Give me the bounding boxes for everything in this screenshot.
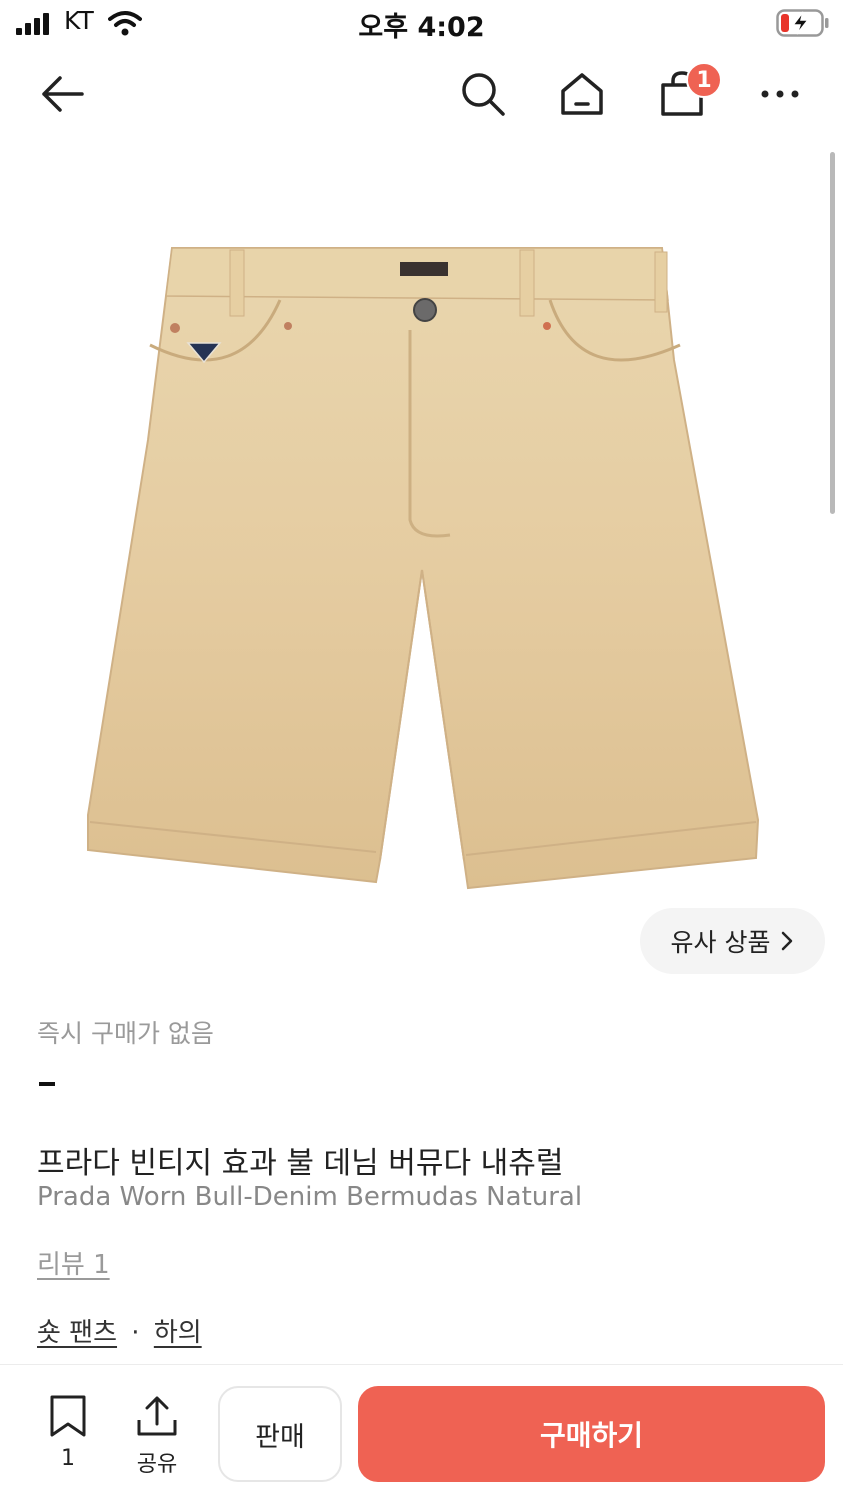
product-title-en: Prada Worn Bull-Denim Bermudas Natural [37,1182,582,1212]
home-button[interactable] [552,64,612,124]
product-image [80,240,764,890]
bookmark-button[interactable]: 1 [33,1394,103,1471]
back-button[interactable] [32,64,92,124]
home-icon [559,71,605,117]
scrollbar[interactable] [830,152,835,514]
price-value: - [39,1082,55,1086]
more-icon [760,89,800,99]
status-time: 오후 4:02 [0,5,843,44]
more-button[interactable] [750,64,810,124]
share-button[interactable]: 공유 [122,1394,192,1478]
category-link-shorts[interactable]: 숏 팬츠 [37,1318,117,1348]
bookmark-count: 1 [61,1446,75,1471]
search-button[interactable] [453,64,513,124]
category-separator: · [131,1318,139,1348]
category-breadcrumb: 숏 팬츠 · 하의 [37,1312,202,1349]
category-link-bottoms[interactable]: 하의 [154,1318,202,1348]
status-bar: KT 오후 4:02 [0,0,843,48]
search-icon [459,70,507,118]
cart-count-badge: 1 [686,62,722,98]
similar-products-button[interactable]: 유사 상품 [640,908,825,974]
chevron-right-icon [780,930,794,952]
bookmark-icon [48,1394,88,1438]
review-link[interactable]: 리뷰 1 [37,1244,110,1281]
similar-products-label: 유사 상품 [671,923,771,959]
back-arrow-icon [38,74,86,114]
battery-charging-icon [776,9,830,37]
instant-buy-label: 즉시 구매가 없음 [37,1014,214,1050]
share-icon [135,1394,179,1438]
buy-button[interactable]: 구매하기 [358,1386,825,1482]
share-label: 공유 [137,1446,177,1478]
sell-button[interactable]: 판매 [218,1386,342,1482]
product-title-ko: 프라다 빈티지 효과 불 데님 버뮤다 내츄럴 [37,1138,563,1182]
